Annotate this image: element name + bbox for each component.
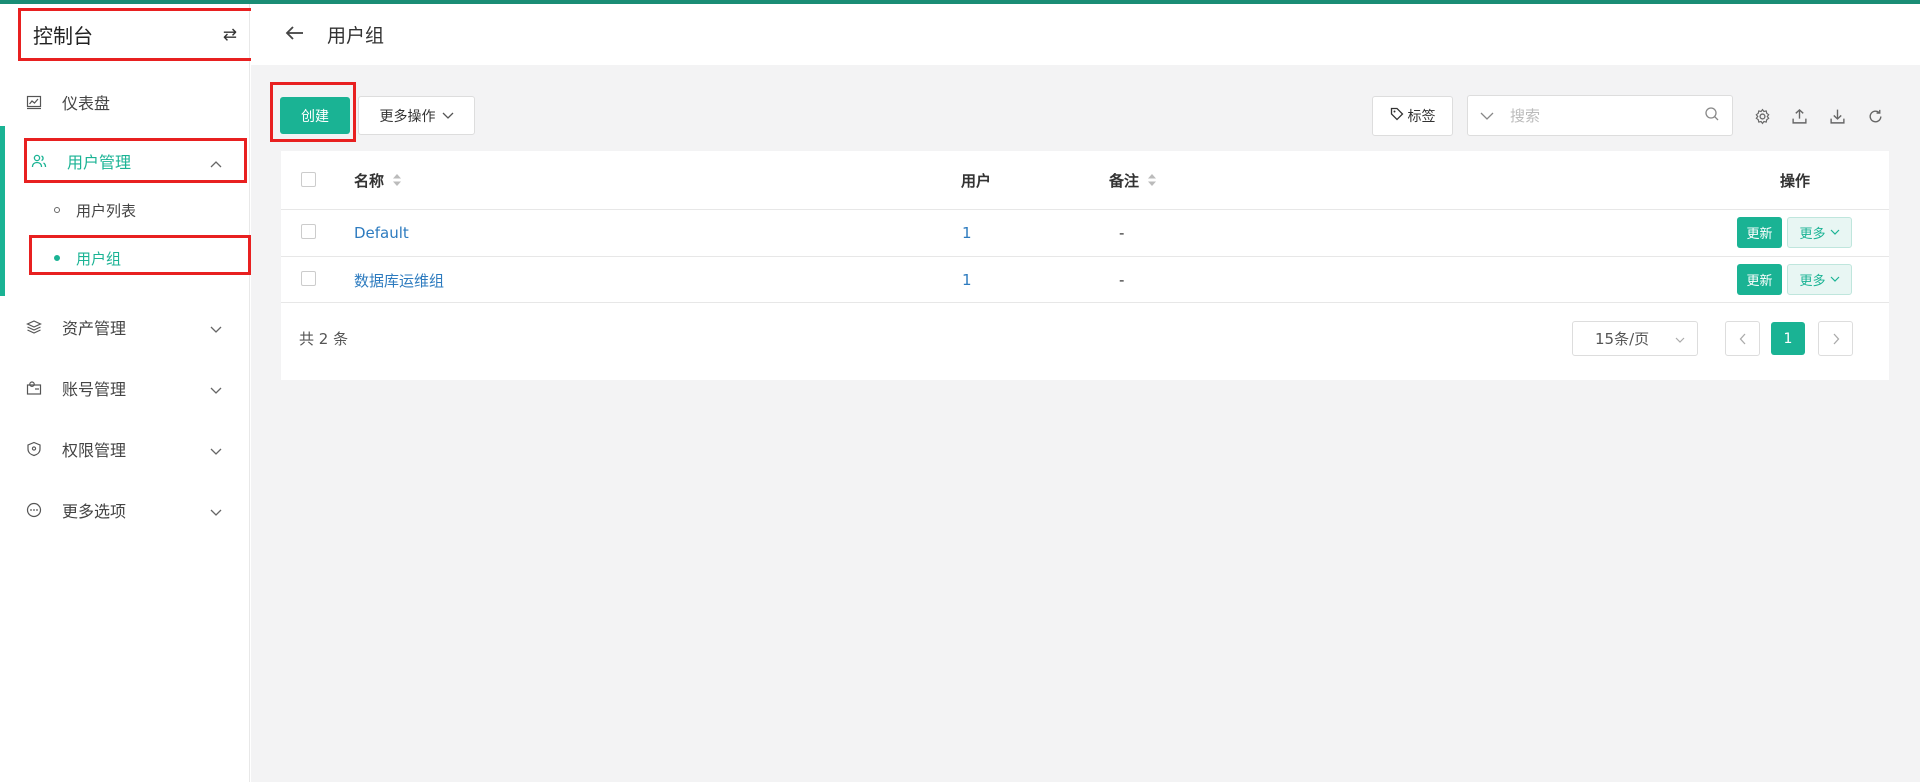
- search-icon[interactable]: [1704, 106, 1720, 126]
- select-all-checkbox[interactable]: [301, 172, 316, 187]
- back-arrow-icon[interactable]: [285, 22, 305, 47]
- bullet-icon: [54, 207, 60, 213]
- sidebar-subitem-user-group[interactable]: 用户组: [0, 240, 250, 276]
- import-icon[interactable]: [1827, 106, 1847, 126]
- update-button[interactable]: 更新: [1737, 264, 1782, 295]
- page-size-select[interactable]: 15条/页: [1572, 321, 1698, 356]
- chevron-down-icon: [210, 502, 222, 521]
- sidebar-subitem-user-list[interactable]: 用户列表: [0, 192, 250, 228]
- update-button[interactable]: 更新: [1737, 217, 1782, 248]
- more-actions-label: 更多操作: [379, 108, 436, 125]
- switch-icon[interactable]: ⇄: [223, 25, 237, 45]
- column-header-label: 备注: [1109, 171, 1140, 190]
- current-page-button[interactable]: 1: [1771, 322, 1805, 355]
- column-header-label: 用户: [961, 171, 992, 190]
- more-dropdown-button[interactable]: 更多: [1787, 217, 1852, 248]
- sidebar-item-label: 权限管理: [62, 441, 127, 460]
- sidebar-item-user-management[interactable]: 用户管理: [0, 141, 250, 181]
- page-size-value: 15条/页: [1595, 330, 1650, 348]
- user-group-table: 名称 用户 备注 操作 Default 1 - 更新 更多 数据库运维组 1 -…: [281, 151, 1889, 380]
- sort-icon[interactable]: [1147, 173, 1157, 187]
- users-icon: [30, 152, 48, 170]
- row-checkbox[interactable]: [301, 224, 316, 239]
- search-input[interactable]: [1510, 106, 1704, 125]
- chevron-down-icon: [210, 380, 222, 399]
- column-header-comment[interactable]: 备注: [1109, 151, 1157, 209]
- column-header-label: 名称: [354, 171, 385, 190]
- sidebar-item-label: 仪表盘: [62, 94, 111, 113]
- user-count-link[interactable]: 1: [962, 270, 972, 290]
- chevron-up-icon: [210, 153, 222, 172]
- app-title: 控制台: [33, 24, 93, 48]
- settings-icon[interactable]: [1752, 106, 1772, 126]
- sidebar-item-label: 更多选项: [62, 502, 127, 521]
- sidebar-subitem-label: 用户组: [76, 249, 122, 268]
- sort-icon[interactable]: [392, 173, 402, 187]
- column-header-actions: 操作: [1780, 151, 1810, 209]
- console-switcher[interactable]: 控制台 ⇄: [18, 8, 254, 61]
- chevron-down-icon: [1830, 272, 1840, 287]
- layers-icon: [25, 318, 43, 336]
- sidebar-item-permission-management[interactable]: 权限管理: [0, 429, 250, 469]
- comment-value: -: [1119, 271, 1125, 289]
- create-button[interactable]: 创建: [280, 97, 350, 134]
- more-label: 更多: [1799, 274, 1826, 289]
- tag-icon: [1390, 107, 1404, 125]
- prev-page-button[interactable]: [1725, 321, 1760, 356]
- total-count: 共 2 条: [299, 330, 349, 348]
- refresh-icon[interactable]: [1865, 106, 1885, 126]
- sidebar-item-label: 资产管理: [62, 319, 127, 338]
- chevron-down-icon[interactable]: [1480, 107, 1494, 125]
- column-header-label: 操作: [1780, 171, 1811, 190]
- sidebar-item-asset-management[interactable]: 资产管理: [0, 307, 250, 347]
- sidebar-item-label: 账号管理: [62, 380, 127, 399]
- column-header-name[interactable]: 名称: [354, 151, 402, 209]
- row-checkbox[interactable]: [301, 271, 316, 286]
- divider: [281, 302, 1889, 303]
- chevron-down-icon: [1830, 225, 1840, 240]
- chevron-down-icon: [210, 319, 222, 338]
- sidebar-item-label: 用户管理: [67, 153, 132, 172]
- more-dropdown-button[interactable]: 更多: [1787, 264, 1852, 295]
- sidebar-item-more-options[interactable]: 更多选项: [0, 490, 250, 530]
- group-name-link[interactable]: 数据库运维组: [354, 270, 444, 290]
- chart-icon: [25, 93, 43, 111]
- comment-value: -: [1119, 224, 1125, 242]
- more-icon: [25, 501, 43, 519]
- next-page-button[interactable]: [1818, 321, 1853, 356]
- shield-icon: [25, 440, 43, 458]
- more-label: 更多: [1799, 227, 1826, 242]
- divider: [281, 209, 1889, 210]
- account-icon: [25, 379, 43, 397]
- chevron-down-icon: [210, 441, 222, 460]
- more-actions-button[interactable]: 更多操作: [358, 96, 475, 135]
- column-header-users: 用户: [961, 151, 991, 209]
- export-icon[interactable]: [1789, 106, 1809, 126]
- sidebar-item-dashboard[interactable]: 仪表盘: [0, 82, 250, 122]
- group-name-link[interactable]: Default: [354, 223, 409, 243]
- search-box[interactable]: [1467, 95, 1733, 136]
- page-title: 用户组: [327, 25, 385, 47]
- bullet-icon: [54, 255, 60, 261]
- tags-button[interactable]: 标签: [1372, 96, 1453, 136]
- sidebar: 控制台 ⇄ 仪表盘 用户管理 用户列表 用户组 资产管理 账号管理 权限管理 更…: [0, 4, 254, 782]
- page-header: 用户组: [251, 4, 1920, 65]
- user-count-link[interactable]: 1: [962, 223, 972, 243]
- tags-label: 标签: [1407, 109, 1436, 125]
- sidebar-item-account-management[interactable]: 账号管理: [0, 368, 250, 408]
- divider: [281, 256, 1889, 257]
- sidebar-subitem-label: 用户列表: [76, 201, 137, 220]
- chevron-down-icon: [1675, 330, 1685, 348]
- chevron-down-icon: [442, 108, 454, 124]
